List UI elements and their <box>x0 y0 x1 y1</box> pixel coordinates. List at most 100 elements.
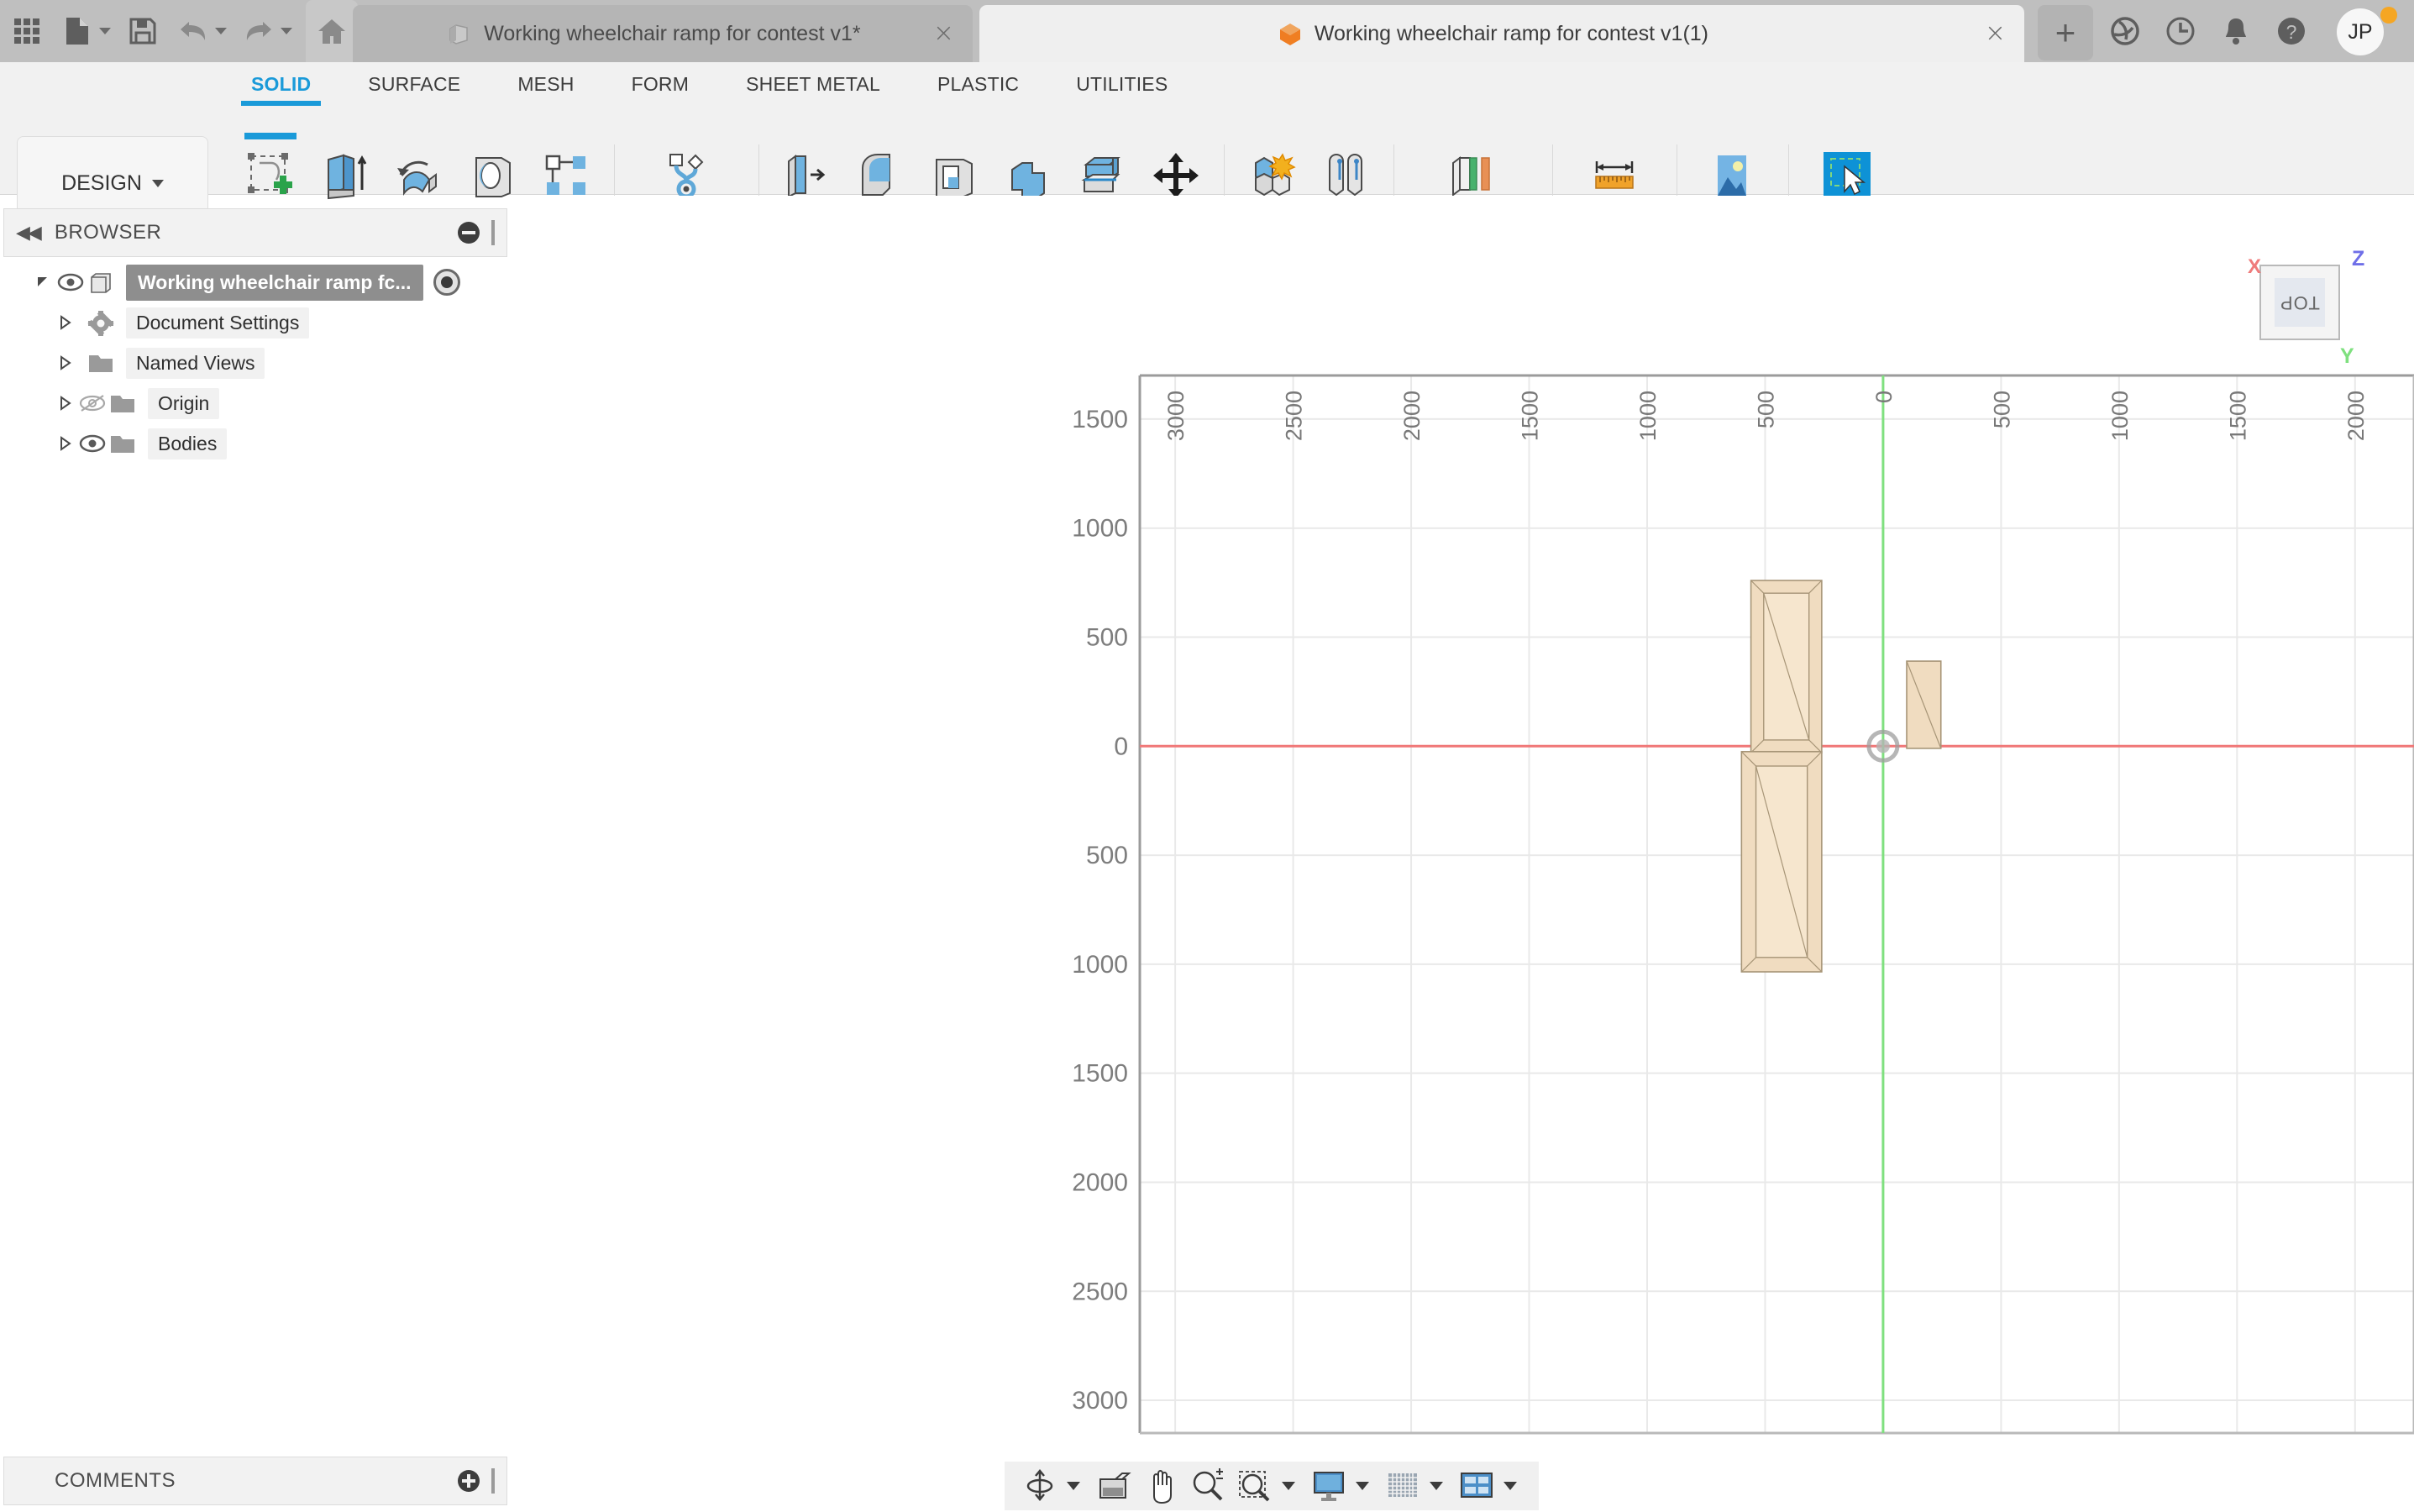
visibility-eye-icon[interactable] <box>54 270 87 295</box>
tree-node-root[interactable]: Working wheelchair ramp fc... <box>3 262 507 302</box>
viewport-canvas[interactable]: 3000250020001500100050005001000150020001… <box>511 196 2414 1452</box>
visibility-eye-icon[interactable] <box>76 431 109 456</box>
panel-resize-grip[interactable] <box>491 220 495 245</box>
ribbon-tab-form[interactable]: FORM <box>603 62 718 106</box>
ribbon-tab-utilities[interactable]: UTILITIES <box>1047 62 1196 106</box>
svg-text:1000: 1000 <box>1072 515 1128 543</box>
visibility-hidden-eye-icon[interactable] <box>76 391 109 416</box>
tree-node-label: Working wheelchair ramp fc... <box>126 265 423 301</box>
orbit-icon[interactable] <box>1018 1466 1062 1506</box>
expand-arrow-icon[interactable] <box>54 352 76 374</box>
svg-text:2000: 2000 <box>2343 391 2369 441</box>
browser-header: ◀◀ BROWSER <box>3 208 507 257</box>
tree-node-document-settings[interactable]: Document Settings <box>3 302 507 343</box>
tree-node-origin[interactable]: Origin <box>3 383 507 423</box>
redo-icon[interactable] <box>235 8 282 55</box>
ribbon-tab-mesh[interactable]: MESH <box>489 62 602 106</box>
folder-icon <box>87 351 116 375</box>
expand-arrow-icon[interactable] <box>54 312 76 333</box>
display-dropdown-caret[interactable] <box>1356 1482 1369 1490</box>
svg-text:2000: 2000 <box>1072 1168 1128 1196</box>
expand-arrow-icon[interactable] <box>32 271 54 293</box>
expand-arrow-icon[interactable] <box>54 392 76 414</box>
avatar-status-dot <box>2380 7 2397 24</box>
redo-dropdown-caret[interactable] <box>281 28 292 34</box>
tree-node-bodies[interactable]: Bodies <box>3 423 507 464</box>
grid-dropdown-caret[interactable] <box>1430 1482 1443 1490</box>
zoom-icon[interactable] <box>1186 1466 1230 1506</box>
document-tab-icon <box>447 22 470 45</box>
svg-text:0: 0 <box>1114 732 1128 760</box>
undo-icon[interactable] <box>170 8 217 55</box>
collapse-panel-icon[interactable]: ◀◀ <box>16 222 39 244</box>
view-cube[interactable]: TOP <box>2259 265 2340 340</box>
comments-panel-header: COMMENTS <box>3 1457 507 1505</box>
svg-text:0: 0 <box>1871 391 1897 403</box>
ribbon-tab-solid[interactable]: SOLID <box>223 62 339 106</box>
ramp-body-right <box>1907 661 1941 748</box>
svg-text:3000: 3000 <box>1072 1387 1128 1415</box>
document-tab-1[interactable]: Working wheelchair ramp for contest v1* … <box>353 5 973 62</box>
recent-icon[interactable] <box>2164 14 2197 48</box>
svg-text:2000: 2000 <box>1399 391 1425 441</box>
folder-icon <box>109 432 138 455</box>
ribbon-tab-list: SOLID SURFACE MESH FORM SHEET METAL PLAS… <box>223 62 1196 106</box>
panel-resize-grip[interactable] <box>491 1468 495 1494</box>
system-icons: ? <box>2108 0 2308 62</box>
new-tab-button[interactable]: + <box>2038 5 2093 60</box>
comments-header-controls <box>458 1468 495 1494</box>
browser-header-controls <box>458 220 495 245</box>
notifications-bell-icon[interactable] <box>2219 14 2253 48</box>
document-icon <box>87 270 116 294</box>
app-grid-icon[interactable] <box>3 8 50 55</box>
help-icon[interactable]: ? <box>2275 14 2308 48</box>
viewports-icon[interactable] <box>1455 1466 1498 1506</box>
tree-node-named-views[interactable]: Named Views <box>3 343 507 383</box>
workspace-label: DESIGN <box>61 171 142 196</box>
add-comment-icon[interactable] <box>458 1470 480 1492</box>
gear-icon <box>87 311 116 334</box>
look-at-icon[interactable] <box>1092 1466 1136 1506</box>
document-tab-close-icon[interactable]: × <box>933 21 954 46</box>
fit-dropdown-caret[interactable] <box>1282 1482 1295 1490</box>
browser-title: BROWSER <box>55 221 162 244</box>
expand-arrow-icon[interactable] <box>54 433 76 454</box>
document-tab-close-icon[interactable]: × <box>1985 21 2006 46</box>
comments-title: COMMENTS <box>55 1469 176 1493</box>
pan-icon[interactable] <box>1139 1466 1183 1506</box>
grid-plot: 3000250020001500100050005001000150020001… <box>511 196 2414 1452</box>
tree-node-label: Bodies <box>148 428 227 459</box>
ribbon-tab-sheet-metal[interactable]: SHEET METAL <box>717 62 909 106</box>
home-icon[interactable] <box>306 0 358 62</box>
view-navigation-bar <box>1005 1462 1539 1510</box>
svg-text:1000: 1000 <box>1072 951 1128 979</box>
svg-text:1500: 1500 <box>1072 406 1128 433</box>
view-cube-face[interactable]: TOP <box>2275 278 2325 327</box>
zoom-window-icon[interactable] <box>1233 1466 1277 1506</box>
document-tab-label: Working wheelchair ramp for contest v1* <box>484 22 860 46</box>
new-file-icon[interactable] <box>54 8 101 55</box>
create-sketch-icon[interactable] <box>238 143 303 208</box>
folder-icon <box>109 391 138 415</box>
minimize-icon[interactable] <box>458 222 480 244</box>
new-file-dropdown-caret[interactable] <box>99 28 111 34</box>
undo-dropdown-caret[interactable] <box>215 28 227 34</box>
browser-tree: Working wheelchair ramp fc... Document S… <box>3 262 507 464</box>
svg-text:?: ? <box>2286 21 2297 43</box>
viewports-dropdown-caret[interactable] <box>1504 1482 1517 1490</box>
save-icon[interactable] <box>119 8 166 55</box>
activate-component-radio[interactable] <box>433 269 460 296</box>
svg-text:2500: 2500 <box>1282 391 1307 441</box>
tree-node-label: Named Views <box>126 348 265 379</box>
document-tab-2[interactable]: Working wheelchair ramp for contest v1(1… <box>979 5 2024 62</box>
grid-snaps-icon[interactable] <box>1381 1466 1425 1506</box>
revolve-icon[interactable] <box>386 143 451 208</box>
extensions-icon[interactable] <box>2108 14 2142 48</box>
orbit-dropdown-caret[interactable] <box>1067 1482 1080 1490</box>
display-settings-icon[interactable] <box>1307 1466 1351 1506</box>
ribbon-tab-surface[interactable]: SURFACE <box>339 62 489 106</box>
ribbon-tab-plastic[interactable]: PLASTIC <box>909 62 1047 106</box>
avatar[interactable]: JP <box>2337 8 2384 55</box>
svg-text:1000: 1000 <box>2107 391 2133 441</box>
extrude-icon[interactable] <box>312 143 377 208</box>
